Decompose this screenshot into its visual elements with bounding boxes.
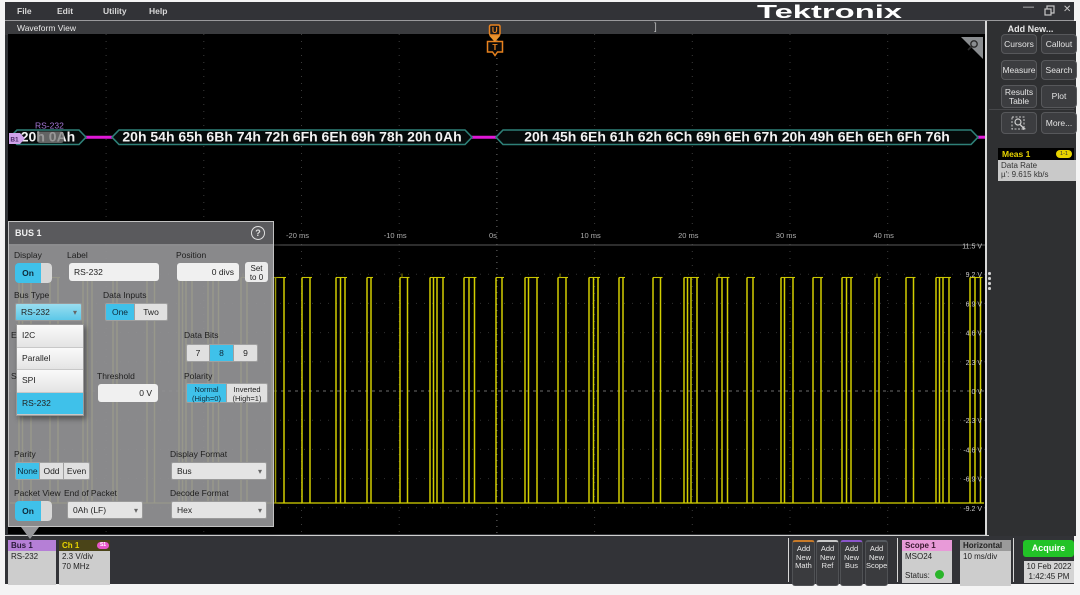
svg-text:0 V: 0 V — [971, 389, 982, 396]
svg-text:30 ms: 30 ms — [776, 231, 797, 240]
svg-text:-6.9 V: -6.9 V — [963, 477, 982, 484]
svg-text:20h 45h 6Eh 61h 62h 6Ch 69h 6E: 20h 45h 6Eh 61h 62h 6Ch 69h 6Eh 67h 20h … — [524, 129, 950, 145]
svg-text:-4.6 V: -4.6 V — [963, 447, 982, 454]
svg-text:20 ms: 20 ms — [678, 231, 699, 240]
svg-text:U: U — [492, 26, 498, 35]
svg-text:-2.3 V: -2.3 V — [963, 418, 982, 425]
svg-text:2.3 V: 2.3 V — [966, 360, 983, 367]
svg-text:-10 ms: -10 ms — [384, 231, 407, 240]
svg-text:9.2 V: 9.2 V — [966, 272, 983, 279]
svg-text:11.5 V: 11.5 V — [962, 244, 982, 251]
svg-text:6.9 V: 6.9 V — [966, 301, 983, 308]
svg-text:4.6 V: 4.6 V — [966, 331, 983, 338]
svg-text:T: T — [492, 42, 498, 52]
svg-text:0s: 0s — [489, 231, 497, 240]
svg-text:20h 54h 65h 6Bh 74h 72h 6Fh 6E: 20h 54h 65h 6Bh 74h 72h 6Fh 6Eh 69h 78h … — [122, 129, 461, 145]
svg-text:B1: B1 — [10, 136, 19, 143]
svg-text:-20 ms: -20 ms — [286, 231, 309, 240]
svg-text:40 ms: 40 ms — [873, 231, 894, 240]
svg-text:10 ms: 10 ms — [580, 231, 601, 240]
svg-text:-9.2 V: -9.2 V — [963, 506, 982, 513]
